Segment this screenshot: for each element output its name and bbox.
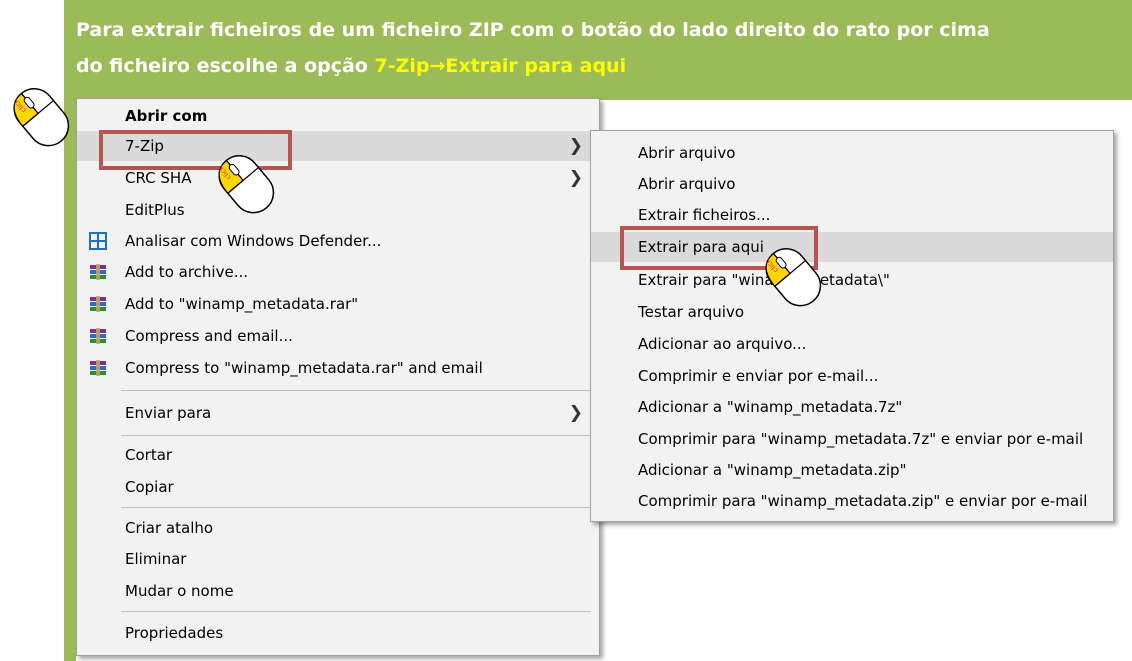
menu-item-label: Criar atalho (125, 519, 214, 537)
menu-item-label: Propriedades (125, 624, 224, 642)
submenu-item-comprimir-email[interactable]: Comprimir e enviar por e-mail... (591, 361, 1113, 391)
left-accent-strip (64, 100, 76, 661)
winrar-icon (90, 328, 106, 344)
menu-item-add-to-rar[interactable]: Add to "winamp_metadata.rar" (77, 289, 599, 319)
mouse-click-icon: click (216, 155, 275, 214)
instruction-line-2: do ficheiro escolhe a opção 7-Zip→Extrai… (76, 48, 1122, 84)
menu-item-copiar[interactable]: Copiar (77, 472, 599, 502)
menu-item-editplus[interactable]: EditPlus (77, 195, 599, 225)
menu-item-label: Comprimir e enviar por e-mail... (638, 367, 879, 385)
submenu-item-adicionar-arquivo[interactable]: Adicionar ao arquivo... (591, 329, 1113, 359)
menu-item-eliminar[interactable]: Eliminar (77, 544, 599, 574)
menu-item-mudar-nome[interactable]: Mudar o nome (77, 576, 599, 606)
menu-separator (121, 611, 591, 612)
menu-item-label: EditPlus (125, 201, 185, 219)
menu-item-label: Comprimir para "winamp_metadata.7z" e en… (638, 430, 1084, 448)
menu-item-label: Copiar (125, 478, 174, 496)
menu-item-label: Add to "winamp_metadata.rar" (125, 295, 359, 313)
mouse-click-icon: click (763, 248, 822, 307)
menu-item-label: Abrir arquivo (638, 144, 736, 162)
menu-item-compress-rar-email[interactable]: Compress to "winamp_metadata.rar" and em… (77, 353, 599, 383)
menu-item-abrir-com[interactable]: Abrir com (77, 101, 599, 131)
menu-item-label: Adicionar a "winamp_metadata.7z" (638, 398, 903, 416)
menu-item-criar-atalho[interactable]: Criar atalho (77, 513, 599, 543)
winrar-icon (90, 360, 106, 376)
menu-item-label: Comprimir para "winamp_metadata.zip" e e… (638, 492, 1088, 510)
menu-item-label: Add to archive... (125, 263, 248, 281)
menu-item-label: Abrir com (125, 107, 208, 125)
menu-item-label: Enviar para (125, 404, 212, 422)
instruction-text: Para extrair ficheiros de um ficheiro ZI… (76, 12, 1122, 84)
submenu-item-comprimir-zip-email[interactable]: Comprimir para "winamp_metadata.zip" e e… (591, 486, 1113, 516)
menu-item-label: Mudar o nome (125, 582, 234, 600)
submenu-item-abrir-arquivo[interactable]: Abrir arquivo (591, 138, 1113, 168)
instruction-line-1: Para extrair ficheiros de um ficheiro ZI… (76, 19, 990, 41)
menu-item-label: Analisar com Windows Defender... (125, 232, 382, 250)
menu-item-label: Compress to "winamp_metadata.rar" and em… (125, 359, 483, 377)
menu-item-cortar[interactable]: Cortar (77, 440, 599, 470)
submenu-item-testar-arquivo[interactable]: Testar arquivo (591, 297, 1113, 327)
menu-item-label: Abrir arquivo (638, 175, 736, 193)
winrar-icon (90, 264, 106, 280)
menu-item-enviar-para[interactable]: Enviar para ❯ (77, 398, 599, 428)
chevron-right-icon: ❯ (568, 403, 583, 423)
winrar-icon (90, 296, 106, 312)
menu-item-add-to-archive[interactable]: Add to archive... (77, 257, 599, 287)
menu-separator (121, 435, 591, 436)
menu-item-compress-email[interactable]: Compress and email... (77, 321, 599, 351)
menu-item-label: Testar arquivo (638, 303, 745, 321)
menu-item-label: Eliminar (125, 550, 187, 568)
windows-defender-icon (89, 232, 107, 250)
submenu-item-abrir-arquivo-2[interactable]: Abrir arquivo (591, 169, 1113, 199)
context-menu: Abrir com 7-Zip ❯ CRC SHA ❯ EditPlus Ana… (76, 98, 600, 656)
chevron-right-icon: ❯ (568, 168, 583, 188)
mouse-click-icon: click (11, 88, 70, 147)
menu-separator (121, 390, 591, 391)
instruction-highlight: 7-Zip→Extrair para aqui (374, 55, 627, 77)
menu-separator (121, 507, 591, 508)
instruction-banner: Para extrair ficheiros de um ficheiro ZI… (64, 0, 1132, 100)
menu-item-windows-defender[interactable]: Analisar com Windows Defender... (77, 226, 599, 256)
submenu-7zip: Abrir arquivo Abrir arquivo Extrair fich… (590, 130, 1114, 522)
menu-item-label: Adicionar ao arquivo... (638, 335, 807, 353)
instruction-line-2-prefix: do ficheiro escolhe a opção (76, 55, 375, 77)
menu-item-label: Adicionar a "winamp_metadata.zip" (638, 461, 907, 479)
chevron-right-icon: ❯ (568, 136, 583, 156)
menu-item-propriedades[interactable]: Propriedades (77, 618, 599, 648)
menu-item-label: Compress and email... (125, 327, 293, 345)
submenu-item-comprimir-7z-email[interactable]: Comprimir para "winamp_metadata.7z" e en… (591, 424, 1113, 454)
submenu-item-adicionar-zip[interactable]: Adicionar a "winamp_metadata.zip" (591, 455, 1113, 485)
submenu-item-adicionar-7z[interactable]: Adicionar a "winamp_metadata.7z" (591, 392, 1113, 422)
menu-item-label: Cortar (125, 446, 173, 464)
